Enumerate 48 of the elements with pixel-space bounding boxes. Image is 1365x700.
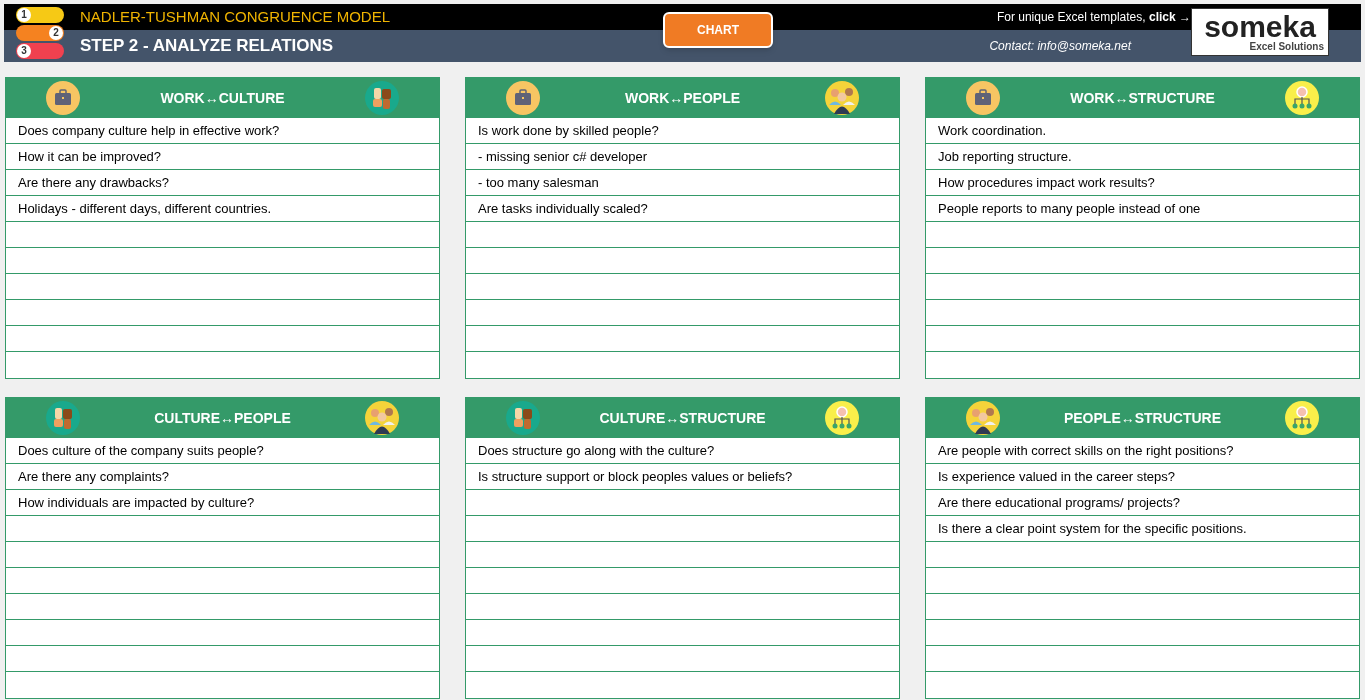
note-text: Holidays - different days, different countries. [18,199,272,218]
panel-title: WORK↔PEOPLE [624,88,741,108]
logo-name: someka [1204,12,1316,42]
note-text: Job reporting structure. [938,147,1072,166]
logo-tagline: Excel Solutions [1249,42,1325,52]
briefcase-icon [966,81,1000,115]
note-text: Are there any drawbacks? [18,173,170,192]
note-text: Are people with correct skills on the right positions? [938,441,1234,460]
note-text: Work coordination. [938,121,1047,140]
hands-icon [46,401,80,435]
note-text: - too many salesman [478,173,599,192]
step-number: 3 [17,44,31,58]
note-text: Are there educational programs/ projects? [938,493,1181,512]
contact-text: Contact: info@someka.net [989,38,1131,55]
note-text: - missing senior c# developer [478,147,648,166]
note-text: Is work done by skilled people? [478,121,659,140]
people-icon [365,401,399,435]
note-text: Does culture of the company suits people? [18,441,264,460]
step-number: 2 [49,26,63,40]
hands-icon [365,81,399,115]
note-text: How it can be improved? [18,147,162,166]
people-icon [825,81,859,115]
panel-title: CULTURE↔STRUCTURE [599,408,766,428]
panel-title: WORK↔STRUCTURE [1070,88,1215,108]
note-text: How individuals are impacted by culture? [18,493,255,512]
model-title: NADLER-TUSHMAN CONGRUENCE MODEL [80,6,391,27]
org-chart-icon [1285,401,1319,435]
note-text: Is experience valued in the career steps? [938,467,1176,486]
note-text: How procedures impact work results? [938,173,1155,192]
promo-text[interactable]: For unique Excel templates, click → [996,8,1191,26]
note-text: Does structure go along with the culture? [478,441,715,460]
panel-title: CULTURE↔PEOPLE [154,408,291,428]
note-text: People reports to many people instead of one [938,199,1201,218]
briefcase-icon [46,81,80,115]
people-icon [966,401,1000,435]
panel-title: WORK↔CULTURE [160,88,285,108]
note-text: Does company culture help in effective work? [18,121,280,140]
note-text: Are tasks individually scaled? [478,199,648,218]
panel-title: PEOPLE↔STRUCTURE [1063,408,1222,428]
org-chart-icon [1285,81,1319,115]
briefcase-icon [506,81,540,115]
hands-icon [506,401,540,435]
org-chart-icon [825,401,859,435]
note-text: Is structure support or block peoples values or beliefs? [478,467,793,486]
step-number: 1 [17,8,31,22]
step-title: STEP 2 - ANALYZE RELATIONS [80,35,334,58]
note-text: Is there a clear point system for the specific positions. [938,519,1247,538]
note-text: Are there any complaints? [18,467,170,486]
